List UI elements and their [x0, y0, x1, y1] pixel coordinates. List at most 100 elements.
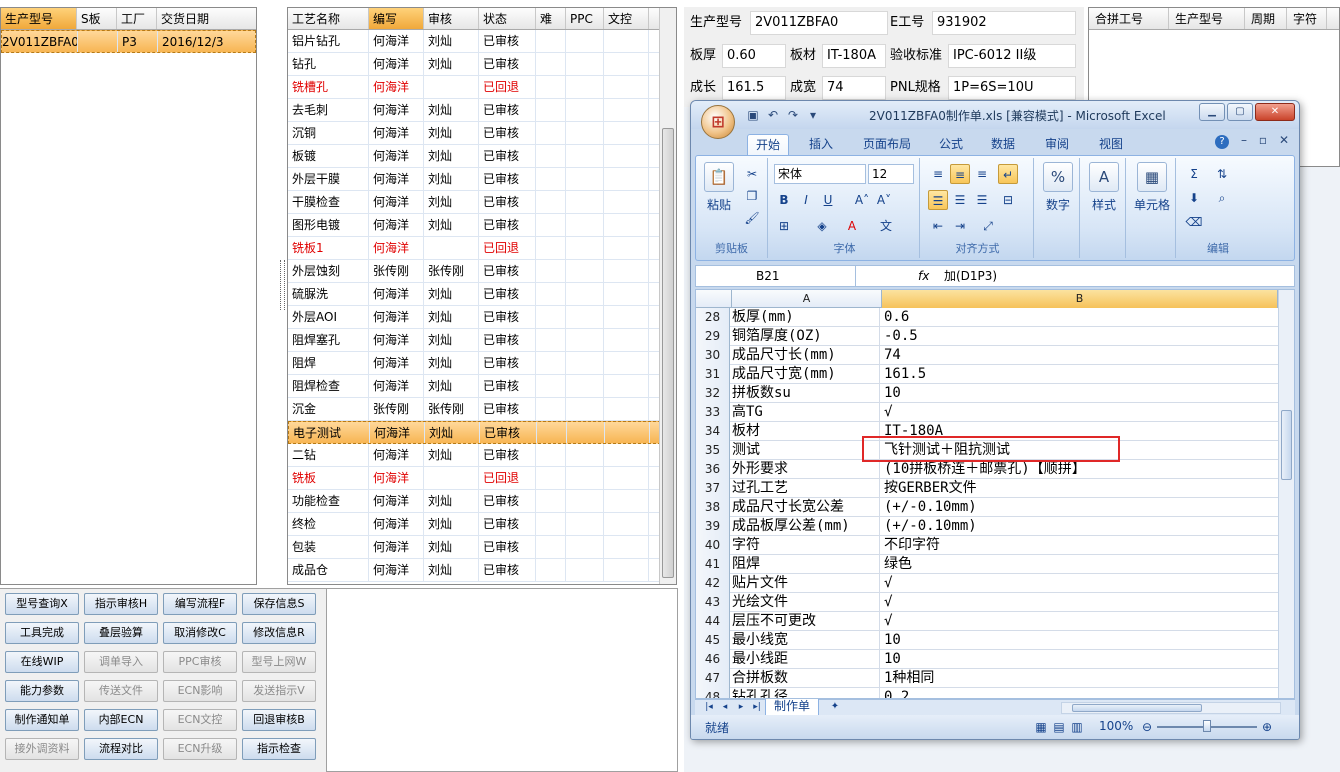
function-button[interactable]: 回退审核B	[242, 709, 316, 731]
process-row[interactable]: 去毛刺 何海洋 刘灿 已审核	[288, 99, 676, 122]
worksheet[interactable]: A B 28 板厚(mm) 0.6 29 铜箔厚度(OZ) -0.5 30 成品尺寸长(mm)…	[695, 289, 1295, 699]
process-row[interactable]: 外层蚀刻 张传刚 张传刚 已审核	[288, 260, 676, 283]
function-button[interactable]: 修改信息R	[242, 622, 316, 644]
italic-icon[interactable]: I	[796, 190, 816, 210]
merge-col-cycle[interactable]: 周期	[1245, 8, 1287, 29]
row-number[interactable]: 36	[696, 460, 730, 479]
process-scroll-thumb[interactable]	[662, 128, 674, 578]
process-row[interactable]: 干膜检查 何海洋 刘灿 已审核	[288, 191, 676, 214]
pnl-field[interactable]: 1P=6S=10U	[948, 76, 1076, 100]
function-button[interactable]: 发送指示V	[242, 680, 316, 702]
process-row[interactable]: 钻孔 何海洋 刘灿 已审核	[288, 53, 676, 76]
zoom-in-icon[interactable]: ⊕	[1257, 717, 1277, 737]
cell-b[interactable]: 1种相同	[882, 669, 1278, 688]
row-number[interactable]: 34	[696, 422, 730, 441]
cell-b[interactable]: 10	[882, 650, 1278, 669]
process-row[interactable]: 成品仓 何海洋 刘灿 已审核	[288, 559, 676, 582]
cell-b[interactable]: √	[882, 403, 1278, 422]
font-shrink-icon[interactable]: A˅	[874, 190, 894, 210]
maximize-button[interactable]: ▢	[1227, 103, 1253, 121]
row-number[interactable]: 35	[696, 441, 730, 460]
function-button[interactable]: 取消修改C	[163, 622, 237, 644]
process-row[interactable]: 图形电镀 何海洋 刘灿 已审核	[288, 214, 676, 237]
length-field[interactable]: 161.5	[722, 76, 786, 100]
cell-b[interactable]: 飞针测试＋阻抗测试	[882, 441, 1278, 460]
save-icon[interactable]: ▣	[745, 107, 761, 123]
decrease-indent-icon[interactable]: ⇤	[928, 216, 948, 236]
cell-b[interactable]: -0.5	[882, 327, 1278, 346]
process-row[interactable]: 二钻 何海洋 刘灿 已审核	[288, 444, 676, 467]
fill-icon[interactable]: ⬇	[1184, 188, 1204, 208]
row-number[interactable]: 37	[696, 479, 730, 498]
autosum-icon[interactable]: Σ	[1184, 164, 1204, 184]
zoom-slider-knob[interactable]	[1203, 720, 1211, 732]
cell-b[interactable]: 按GERBER文件	[882, 479, 1278, 498]
merge-col-char[interactable]: 字符	[1287, 8, 1327, 29]
sheet-horizontal-scrollbar[interactable]	[1061, 702, 1281, 714]
cell-b[interactable]: 10	[882, 631, 1278, 650]
merge-col-number[interactable]: 合拼工号	[1089, 8, 1169, 29]
process-col-writer[interactable]: 编写	[369, 8, 424, 29]
function-button[interactable]: 型号上网W	[242, 651, 316, 673]
col-header-a[interactable]: A	[732, 290, 882, 308]
cut-icon[interactable]: ✂	[742, 164, 762, 184]
name-box[interactable]: B21	[696, 266, 856, 286]
process-row[interactable]: 阻焊检查 何海洋 刘灿 已审核	[288, 375, 676, 398]
wrap-text-icon[interactable]: ↵	[998, 164, 1018, 184]
redo-icon[interactable]: ↷	[785, 107, 801, 123]
cell-b[interactable]: IT-180A	[882, 422, 1278, 441]
process-row[interactable]: 板镀 何海洋 刘灿 已审核	[288, 145, 676, 168]
process-row[interactable]: 沉金 张传刚 张传刚 已审核	[288, 398, 676, 421]
excel-window[interactable]: ▣ ↶ ↷ ▾ 2V011ZBFA0制作单.xls [兼容模式] - Micro…	[690, 100, 1300, 740]
row-number[interactable]: 39	[696, 517, 730, 536]
merge-cells-icon[interactable]: ⊟	[998, 190, 1018, 210]
cell-a[interactable]: 拼板数su	[732, 384, 880, 403]
row-number[interactable]: 30	[696, 346, 730, 365]
sheet-hscroll-thumb[interactable]	[1072, 704, 1202, 712]
cell-a[interactable]: 最小线宽	[732, 631, 880, 650]
cell-b[interactable]: 绿色	[882, 555, 1278, 574]
process-row[interactable]: 硫脲洗 何海洋 刘灿 已审核	[288, 283, 676, 306]
process-col-auditor[interactable]: 审核	[424, 8, 479, 29]
customize-dropdown-icon[interactable]: ▾	[805, 107, 821, 123]
fill-color-icon[interactable]: ◈	[812, 216, 832, 236]
fx-icon[interactable]: fx	[918, 266, 929, 286]
cell-a[interactable]: 最小线距	[732, 650, 880, 669]
row-number[interactable]: 28	[696, 308, 730, 327]
tab-view[interactable]: 视图	[1091, 134, 1131, 155]
zoom-out-icon[interactable]: ⊖	[1137, 717, 1157, 737]
tab-insert[interactable]: 插入	[801, 134, 841, 155]
increase-indent-icon[interactable]: ⇥	[950, 216, 970, 236]
copy-icon[interactable]: ❐	[742, 186, 762, 206]
function-button[interactable]: 保存信息S	[242, 593, 316, 615]
find-select-icon[interactable]: ⌕	[1212, 188, 1232, 208]
function-button[interactable]: 在线WIP	[5, 651, 79, 673]
row-number[interactable]: 38	[696, 498, 730, 517]
cell-b[interactable]: 161.5	[882, 365, 1278, 384]
function-button[interactable]: 能力参数	[5, 680, 79, 702]
row-number[interactable]: 31	[696, 365, 730, 384]
ribbon-minimize-icon[interactable]: –	[1241, 133, 1247, 147]
format-painter-icon[interactable]: 🖌	[742, 208, 762, 228]
cell-b[interactable]: 不印字符	[882, 536, 1278, 555]
process-col-difficulty[interactable]: 难	[536, 8, 566, 29]
align-left-icon[interactable]: ☰	[928, 190, 948, 210]
cell-b[interactable]: √	[882, 574, 1278, 593]
function-button[interactable]: 工具完成	[5, 622, 79, 644]
cell-b[interactable]: √	[882, 612, 1278, 631]
function-button[interactable]: 传送文件	[84, 680, 158, 702]
workbook-close-icon[interactable]: ✕	[1279, 133, 1289, 147]
cell-a[interactable]: 板厚(mm)	[732, 308, 880, 327]
cell-b[interactable]: √	[882, 593, 1278, 612]
ribbon-restore-icon[interactable]: ▫	[1259, 133, 1267, 147]
font-size-select[interactable]: 12	[868, 164, 914, 184]
process-col-doc[interactable]: 文控	[604, 8, 649, 29]
align-center-icon[interactable]: ☰	[950, 190, 970, 210]
row-number[interactable]: 47	[696, 669, 730, 688]
bold-icon[interactable]: B	[774, 190, 794, 210]
align-middle-icon[interactable]: ≡	[950, 164, 970, 184]
function-button[interactable]: PPC审核	[163, 651, 237, 673]
tab-home[interactable]: 开始	[747, 134, 790, 155]
undo-icon[interactable]: ↶	[765, 107, 781, 123]
thickness-field[interactable]: 0.60	[722, 44, 786, 68]
